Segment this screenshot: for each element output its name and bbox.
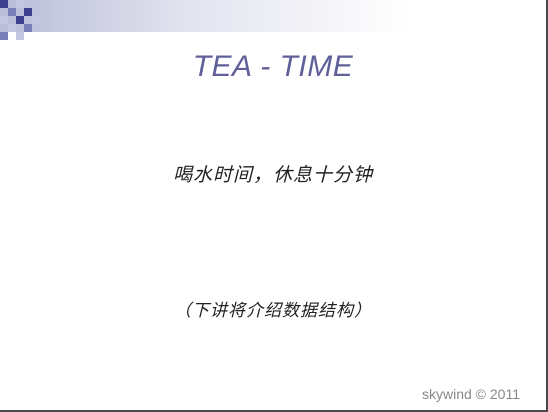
- deco-square: [16, 0, 24, 8]
- decorative-squares: [0, 0, 48, 48]
- deco-square: [32, 16, 40, 24]
- slide: TEA - TIME 喝水时间，休息十分钟 （下讲将介绍数据结构） skywin…: [0, 0, 548, 412]
- deco-square: [0, 32, 8, 40]
- deco-square: [16, 32, 24, 40]
- deco-square: [0, 0, 8, 8]
- deco-square: [8, 24, 16, 32]
- slide-title: TEA - TIME: [192, 50, 354, 83]
- watermark: skywind © 2011: [422, 386, 520, 402]
- deco-square: [16, 16, 24, 24]
- slide-note: （下讲将介绍数据结构）: [174, 301, 372, 321]
- slide-subtitle: 喝水时间，休息十分钟: [172, 164, 373, 186]
- deco-square: [8, 8, 16, 16]
- deco-square: [24, 8, 32, 16]
- deco-square: [24, 24, 32, 32]
- header-band: [0, 0, 546, 32]
- deco-square: [0, 16, 8, 24]
